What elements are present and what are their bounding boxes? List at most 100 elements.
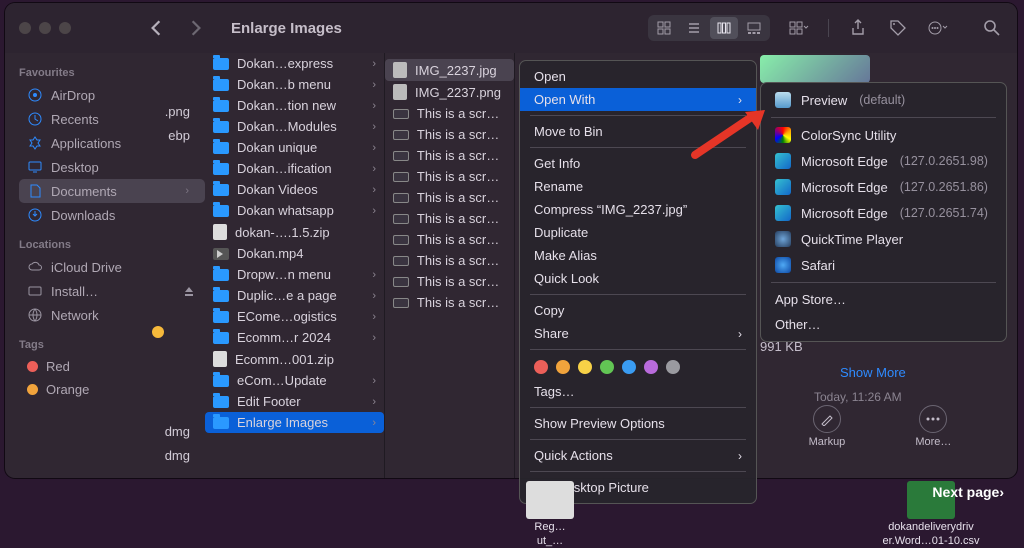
- row-label: This is a scre…: [417, 106, 506, 121]
- folder-row[interactable]: Dokan unique›: [205, 137, 384, 158]
- menu-show-preview-options[interactable]: Show Preview Options: [520, 412, 756, 435]
- menu-compress[interactable]: Compress “IMG_2237.jpg”: [520, 198, 756, 221]
- folder-row[interactable]: Dokan…express›: [205, 53, 384, 74]
- folder-row[interactable]: Dokan…b menu›: [205, 74, 384, 95]
- tags-button[interactable]: [887, 17, 909, 39]
- openwith-quicktime[interactable]: QuickTime Player: [761, 226, 1006, 252]
- menu-duplicate[interactable]: Duplicate: [520, 221, 756, 244]
- sidebar-tag-orange[interactable]: Orange: [19, 378, 205, 401]
- view-columns[interactable]: [710, 17, 738, 39]
- folder-row[interactable]: ECome…ogistics›: [205, 306, 384, 327]
- openwith-colorsync[interactable]: ColorSync Utility: [761, 122, 1006, 148]
- menu-quick-actions[interactable]: Quick Actions›: [520, 444, 756, 467]
- next-page-link[interactable]: Next page›: [932, 484, 1004, 500]
- file-row[interactable]: IMG_2237.jpg: [385, 59, 514, 81]
- view-gallery[interactable]: [740, 17, 768, 39]
- row-label: Dokan whatsapp: [237, 203, 334, 218]
- file-row[interactable]: This is a scre…: [385, 229, 514, 250]
- zoom-traffic[interactable]: [59, 22, 71, 34]
- menu-share[interactable]: Share›: [520, 322, 756, 345]
- tag-color-dot[interactable]: [644, 360, 658, 374]
- folder-row[interactable]: Dokan…ification›: [205, 158, 384, 179]
- folder-row[interactable]: Dokan.mp4: [205, 243, 384, 264]
- group-by-button[interactable]: [788, 17, 810, 39]
- sidebar-tag-red[interactable]: Red: [19, 355, 205, 378]
- folder-row[interactable]: Duplic…e a page›: [205, 285, 384, 306]
- view-icon-grid[interactable]: [650, 17, 678, 39]
- view-list[interactable]: [680, 17, 708, 39]
- menu-make-alias[interactable]: Make Alias: [520, 244, 756, 267]
- openwith-preview[interactable]: Preview (default): [761, 87, 1006, 113]
- chevron-right-icon: ›: [372, 269, 376, 281]
- openwith-edge-3[interactable]: Microsoft Edge (127.0.2651.74): [761, 200, 1006, 226]
- file-row[interactable]: This is a scre…: [385, 250, 514, 271]
- forward-button[interactable]: [185, 17, 207, 39]
- share-button[interactable]: [847, 17, 869, 39]
- menu-rename[interactable]: Rename: [520, 175, 756, 198]
- folder-row[interactable]: Dokan…tion new›: [205, 95, 384, 116]
- eject-icon[interactable]: [181, 283, 197, 299]
- file-row[interactable]: This is a scre…: [385, 187, 514, 208]
- row-label: Dokan…ification: [237, 161, 332, 176]
- desktop-file-1[interactable]: Reg…ut_…: [480, 481, 620, 547]
- sidebar-item-downloads[interactable]: Downloads: [19, 203, 205, 227]
- sidebar-item-documents[interactable]: Documents›: [19, 179, 205, 203]
- sidebar-heading-tags: Tags: [19, 339, 205, 351]
- folder-row[interactable]: eCom…Update›: [205, 370, 384, 391]
- apps-icon: [27, 135, 43, 151]
- open-with-submenu: Preview (default) ColorSync Utility Micr…: [760, 82, 1007, 342]
- openwith-edge-1[interactable]: Microsoft Edge (127.0.2651.98): [761, 148, 1006, 174]
- sidebar-item-desktop[interactable]: Desktop: [19, 155, 205, 179]
- folder-row[interactable]: Dokan…Modules›: [205, 116, 384, 137]
- file-row[interactable]: This is a scre…: [385, 271, 514, 292]
- close-traffic[interactable]: [19, 22, 31, 34]
- actions-button[interactable]: [927, 17, 949, 39]
- tag-color-dot[interactable]: [666, 360, 680, 374]
- menu-quick-look[interactable]: Quick Look: [520, 267, 756, 290]
- folder-row[interactable]: dokan-….1.5.zip: [205, 221, 384, 243]
- screenshot-icon: [393, 151, 409, 161]
- menu-copy[interactable]: Copy: [520, 299, 756, 322]
- tag-color-dot[interactable]: [556, 360, 570, 374]
- file-row[interactable]: This is a scre…: [385, 208, 514, 229]
- folder-row[interactable]: Dokan whatsapp›: [205, 200, 384, 221]
- qa-more[interactable]: More…: [915, 405, 951, 460]
- minimize-traffic[interactable]: [39, 22, 51, 34]
- file-row[interactable]: This is a scre…: [385, 124, 514, 145]
- folder-row[interactable]: Enlarge Images›: [205, 412, 384, 433]
- openwith-safari[interactable]: Safari: [761, 252, 1006, 278]
- show-more-link[interactable]: Show More: [840, 365, 906, 380]
- row-label: IMG_2237.jpg: [415, 63, 497, 78]
- folder-row[interactable]: Edit Footer›: [205, 391, 384, 412]
- menu-open-with[interactable]: Open With›: [520, 88, 756, 111]
- openwith-appstore[interactable]: App Store…: [761, 287, 1006, 312]
- menu-open[interactable]: Open: [520, 65, 756, 88]
- tag-color-dot[interactable]: [534, 360, 548, 374]
- tag-color-dot[interactable]: [578, 360, 592, 374]
- tag-color-dot[interactable]: [622, 360, 636, 374]
- file-row[interactable]: This is a scre…: [385, 103, 514, 124]
- tag-color-dot[interactable]: [600, 360, 614, 374]
- folder-row[interactable]: Ecomm…r 2024›: [205, 327, 384, 348]
- mov-icon: [213, 248, 229, 260]
- sidebar-item-network[interactable]: Network: [19, 303, 205, 327]
- file-row[interactable]: This is a scre…: [385, 292, 514, 313]
- file-row[interactable]: IMG_2237.png: [385, 81, 514, 103]
- sidebar-item-install[interactable]: Install…: [19, 279, 205, 303]
- qa-markup[interactable]: Markup: [809, 405, 846, 460]
- file-size: 991 KB: [760, 339, 803, 354]
- folder-row[interactable]: Dokan Videos›: [205, 179, 384, 200]
- chevron-right-icon: ›: [372, 184, 376, 196]
- menu-tags[interactable]: Tags…: [520, 380, 756, 403]
- edge-app-icon: [775, 205, 791, 221]
- file-row[interactable]: This is a scre…: [385, 145, 514, 166]
- folder-row[interactable]: Ecomm…001.zip: [205, 348, 384, 370]
- documents-icon: [27, 183, 43, 199]
- sidebar-item-icloud[interactable]: iCloud Drive: [19, 255, 205, 279]
- back-button[interactable]: [145, 17, 167, 39]
- search-button[interactable]: [981, 17, 1003, 39]
- openwith-edge-2[interactable]: Microsoft Edge (127.0.2651.86): [761, 174, 1006, 200]
- openwith-other[interactable]: Other…: [761, 312, 1006, 337]
- file-row[interactable]: This is a scre…: [385, 166, 514, 187]
- folder-row[interactable]: Dropw…n menu›: [205, 264, 384, 285]
